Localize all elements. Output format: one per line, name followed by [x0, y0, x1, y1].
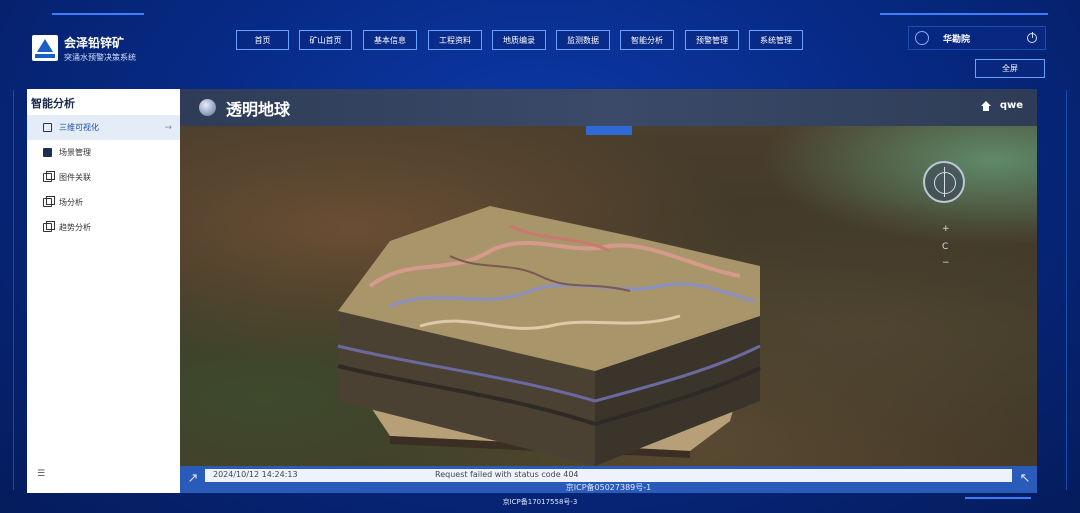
copy-icon	[43, 221, 55, 232]
cube-outline-icon	[43, 123, 52, 132]
frame-line-top-left	[52, 13, 144, 15]
sidebar-item-label: 场分析	[59, 198, 83, 207]
globe-icon	[199, 99, 216, 116]
sidebar-item-map-association[interactable]: 图件关联	[27, 165, 180, 190]
scene-toggle-tab[interactable]	[586, 126, 632, 135]
zoom-out-icon[interactable]: −	[942, 258, 950, 268]
avatar-icon[interactable]	[915, 31, 929, 45]
status-message-box: 2024/10/12 14:24:13 Request failed with …	[205, 469, 1012, 482]
sidebar-item-field-analysis[interactable]: 场分析	[27, 190, 180, 215]
copy-icon	[43, 196, 55, 207]
sidebar-title: 智能分析	[31, 97, 75, 110]
nav-warning-management[interactable]: 预警管理	[685, 30, 739, 50]
sidebar-item-label: 场景管理	[59, 148, 91, 157]
status-bar: ↗ 2024/10/12 14:24:13 Request failed wit…	[180, 466, 1037, 493]
copy-icon	[43, 171, 55, 182]
status-message: Request failed with status code 404	[435, 470, 579, 479]
sidebar-item-label: 三维可视化	[59, 123, 99, 132]
collapse-menu-icon[interactable]: ☰	[37, 469, 45, 479]
3d-scene-viewport[interactable]: + C −	[180, 126, 1037, 466]
status-time: 2024/10/12 14:24:13	[213, 470, 298, 479]
sidebar: 智能分析 三维可视化 → 场景管理 图件关联 场分析 趋势分析 ☰	[27, 89, 180, 493]
main-panel: 透明地球 qwe + C − ↗ 2024/10/12 14:24:13 Req…	[180, 89, 1037, 493]
brand-title: 会泽铅锌矿	[64, 36, 125, 50]
nav-mine-home[interactable]: 矿山首页	[299, 30, 352, 50]
nav-intelligent-analysis[interactable]: 智能分析	[620, 30, 674, 50]
user-name: 华勘院	[943, 34, 971, 45]
logout-icon[interactable]	[1027, 32, 1037, 43]
compass-icon[interactable]	[923, 161, 965, 203]
frame-line-right	[1066, 90, 1067, 490]
nav-basic-info[interactable]: 基本信息	[363, 30, 417, 50]
nav-geological-logging[interactable]: 地质编录	[492, 30, 546, 50]
nav-engineering-data[interactable]: 工程资料	[428, 30, 482, 50]
icp-record-3: 京ICP备17017558号-3	[502, 498, 578, 506]
main-header: 透明地球 qwe	[180, 89, 1037, 126]
collapse-arrow-icon[interactable]: ↖	[1016, 470, 1034, 488]
arrow-right-icon: →	[164, 122, 172, 133]
geological-block-model	[337, 206, 761, 466]
company-logo	[32, 35, 58, 61]
sidebar-item-label: 图件关联	[59, 173, 91, 182]
sidebar-item-scene-management[interactable]: 场景管理	[27, 140, 180, 165]
reset-view-icon[interactable]: C	[942, 242, 948, 252]
frame-line-top-right	[880, 13, 1048, 15]
page-title: 透明地球	[226, 99, 291, 119]
nav-home[interactable]: 首页	[236, 30, 289, 50]
brand-subtitle: 突涌水预警决策系统	[64, 53, 136, 62]
frame-line-left	[13, 90, 14, 490]
nav-monitoring-data[interactable]: 监测数据	[556, 30, 610, 50]
zoom-in-icon[interactable]: +	[942, 224, 950, 234]
fullscreen-button[interactable]: 全屏	[975, 59, 1045, 78]
user-box: 华勘院	[908, 26, 1046, 50]
home-icon[interactable]	[981, 101, 991, 111]
sidebar-item-label: 趋势分析	[59, 223, 91, 232]
icp-record-1: 京ICP备05027389号-1	[565, 483, 652, 492]
sidebar-item-3d-visualization[interactable]: 三维可视化 →	[27, 115, 180, 140]
sidebar-item-trend-analysis[interactable]: 趋势分析	[27, 215, 180, 240]
nav-system-management[interactable]: 系统管理	[749, 30, 803, 50]
header-user-name: qwe	[999, 100, 1023, 111]
scene-icon	[43, 148, 52, 157]
